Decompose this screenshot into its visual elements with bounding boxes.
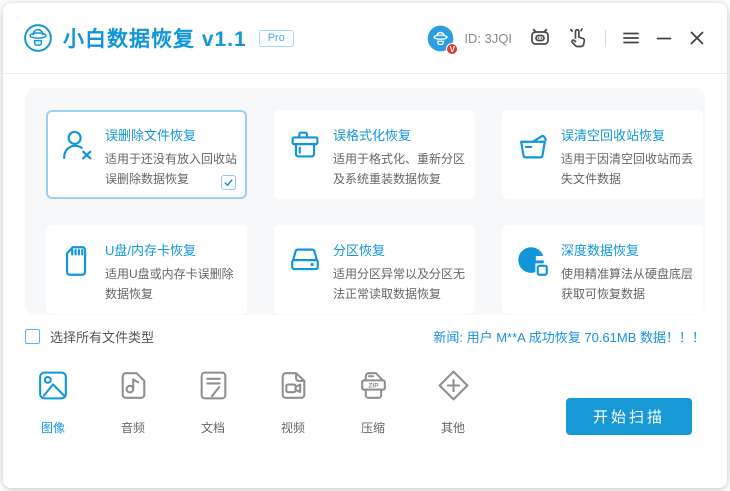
mode-desc: 适用分区异常以及分区无法正常读取数据恢复 — [333, 264, 467, 304]
mode-card-deleted-file[interactable]: 误删除文件恢复 适用于还没有放入回收站误删除数据恢复 — [46, 110, 247, 199]
file-type-archive[interactable]: ZIP 压缩 — [350, 367, 396, 436]
file-type-label: 图像 — [41, 419, 65, 436]
file-type-label: 压缩 — [361, 419, 385, 436]
sd-card-icon — [58, 242, 96, 280]
mode-desc: 适用于还没有放入回收站误删除数据恢复 — [105, 149, 239, 189]
video-file-icon — [275, 367, 312, 404]
news-ticker: 新闻: 用户 M**A 成功恢复 70.61MB 数据！！！ — [433, 327, 705, 346]
recycle-bin-icon — [514, 127, 552, 165]
file-type-label: 其他 — [441, 419, 465, 436]
mode-card-deep-scan[interactable]: 深度数据恢复 使用精准算法从硬盘底层获取可恢复数据 — [502, 225, 703, 314]
file-type-selector: 图像 音频 文档 — [30, 367, 476, 436]
mode-title: 误删除文件恢复 — [105, 125, 239, 144]
app-window: 小白数据恢复 v1.1 Pro V ID: 3JQI — [3, 3, 727, 488]
close-icon[interactable] — [687, 28, 707, 48]
hard-drive-icon — [286, 242, 324, 280]
title-bar: 小白数据恢复 v1.1 Pro V ID: 3JQI — [3, 3, 727, 74]
app-logo-icon — [23, 23, 53, 53]
mode-title: 误格式化恢复 — [333, 125, 467, 144]
mode-checkbox-checked[interactable] — [221, 175, 236, 190]
mode-desc: 适用于因清空回收站而丢失文件数据 — [561, 149, 695, 189]
file-type-label: 音频 — [121, 419, 145, 436]
header-divider — [605, 30, 606, 47]
mode-title: 分区恢复 — [333, 240, 467, 259]
start-scan-button[interactable]: 开始扫描 — [566, 398, 692, 435]
mode-card-usb-sdcard[interactable]: U盘/内存卡恢复 适用U盘或内存卡误删除数据恢复 — [46, 225, 247, 314]
vip-badge: V — [446, 43, 458, 55]
mode-title: U盘/内存卡恢复 — [105, 240, 239, 259]
select-all-label: 选择所有文件类型 — [50, 327, 154, 346]
file-type-label: 文档 — [201, 419, 225, 436]
deep-scan-icon — [514, 242, 552, 280]
recovery-modes-panel: 误删除文件恢复 适用于还没有放入回收站误删除数据恢复 误格式化恢复 适用于格式化… — [25, 88, 705, 315]
pro-badge: Pro — [259, 30, 294, 47]
app-title: 小白数据恢复 v1.1 — [63, 23, 247, 53]
touch-guide-icon[interactable] — [566, 26, 590, 50]
file-type-other[interactable]: 其他 — [430, 367, 476, 436]
document-file-icon — [195, 367, 232, 404]
select-all-row: 选择所有文件类型 新闻: 用户 M**A 成功恢复 70.61MB 数据！！！ — [25, 326, 705, 346]
mode-card-formatted[interactable]: 误格式化恢复 适用于格式化、重新分区及系统重装数据恢复 — [274, 110, 475, 199]
menu-icon[interactable] — [621, 28, 641, 48]
user-x-icon — [58, 127, 96, 165]
file-type-document[interactable]: 文档 — [190, 367, 236, 436]
user-avatar[interactable]: V — [427, 25, 454, 52]
mode-card-recycle-bin[interactable]: 误清空回收站恢复 适用于因清空回收站而丢失文件数据 — [502, 110, 703, 199]
file-type-video[interactable]: 视频 — [270, 367, 316, 436]
zip-file-icon: ZIP — [355, 367, 392, 404]
svg-text:ZIP: ZIP — [368, 383, 379, 390]
image-file-icon — [35, 367, 72, 404]
user-id: ID: 3JQI — [464, 31, 512, 46]
audio-file-icon — [115, 367, 152, 404]
file-type-audio[interactable]: 音频 — [110, 367, 156, 436]
file-type-label: 视频 — [281, 419, 305, 436]
select-all-checkbox[interactable] — [25, 329, 40, 344]
mode-desc: 使用精准算法从硬盘底层获取可恢复数据 — [561, 264, 695, 304]
mode-card-partition[interactable]: 分区恢复 适用分区异常以及分区无法正常读取数据恢复 — [274, 225, 475, 314]
robot-assistant-icon[interactable] — [528, 26, 552, 50]
mode-desc: 适用U盘或内存卡误删除数据恢复 — [105, 264, 239, 304]
other-diamond-plus-icon — [435, 367, 472, 404]
mode-title: 深度数据恢复 — [561, 240, 695, 259]
minimize-icon[interactable] — [654, 28, 674, 48]
format-stamp-icon — [286, 127, 324, 165]
mode-desc: 适用于格式化、重新分区及系统重装数据恢复 — [333, 149, 467, 189]
mode-title: 误清空回收站恢复 — [561, 125, 695, 144]
file-type-image[interactable]: 图像 — [30, 367, 76, 436]
